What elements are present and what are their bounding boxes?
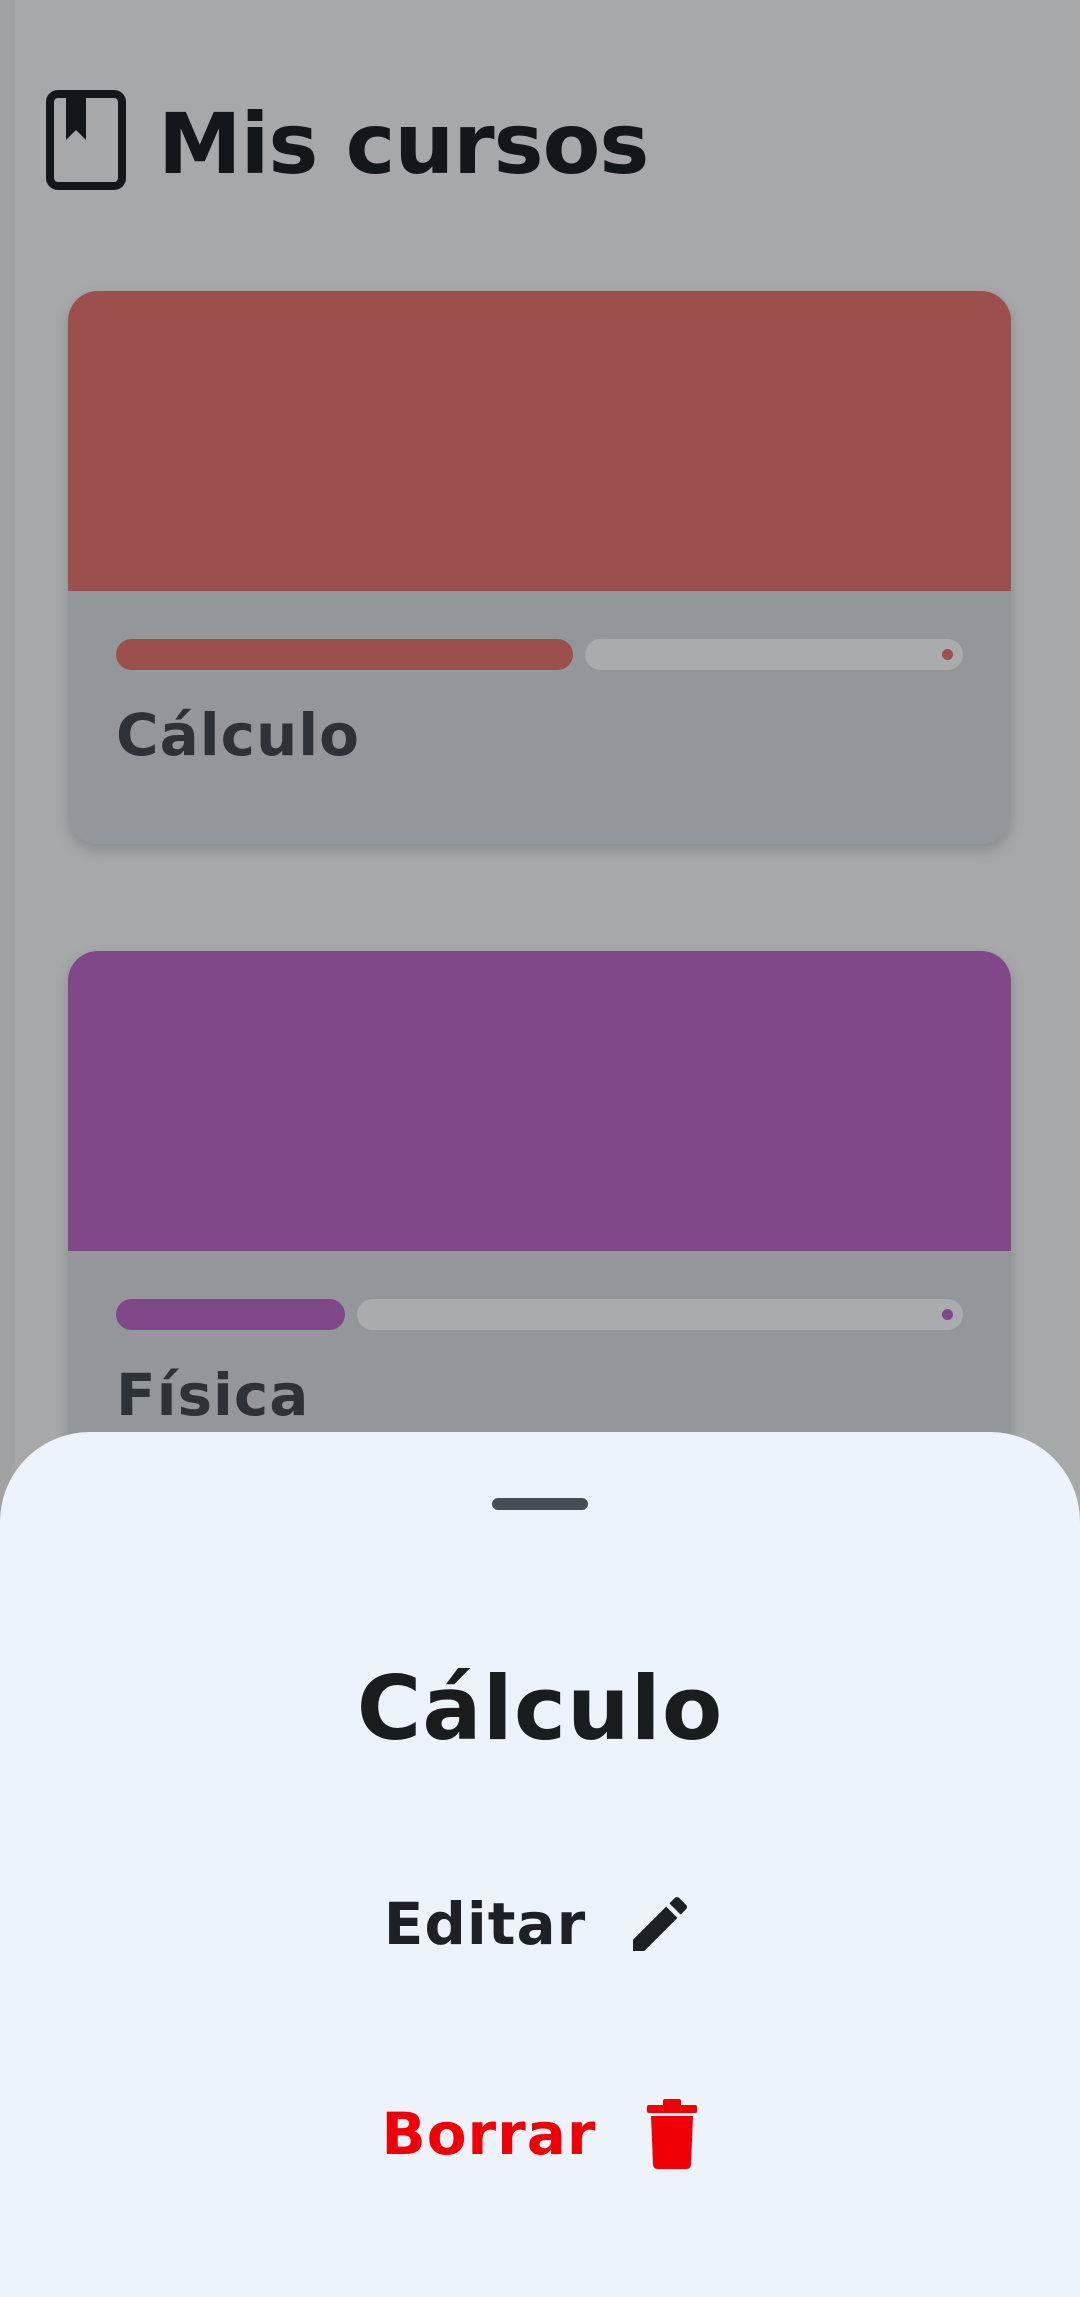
progress-track: [357, 1299, 963, 1330]
course-cover: [68, 291, 1011, 591]
progress-bar: [116, 639, 963, 670]
page-title: Mis cursos: [158, 95, 649, 193]
trash-icon: [646, 2099, 697, 2169]
courses-screen: Mis cursos Cálculo Física Cálculo Editar: [0, 0, 1080, 2297]
page-header: Mis cursos: [46, 90, 649, 193]
bookmark-book-icon: [46, 90, 126, 190]
course-card[interactable]: Cálculo: [68, 291, 1011, 844]
edit-button[interactable]: Editar: [0, 1874, 1080, 1974]
progress-fill: [116, 639, 573, 670]
edit-label: Editar: [383, 1890, 587, 1958]
sheet-title: Cálculo: [356, 1657, 724, 1760]
course-cover: [68, 951, 1011, 1251]
bottom-sheet: Cálculo Editar Borrar: [0, 1432, 1080, 2297]
progress-fill: [116, 1299, 345, 1330]
drag-handle[interactable]: [492, 1498, 588, 1510]
delete-button[interactable]: Borrar: [0, 2084, 1080, 2184]
progress-track: [585, 639, 963, 670]
progress-end-dot: [942, 649, 953, 660]
pencil-icon: [633, 1896, 688, 1951]
course-name: Física: [116, 1361, 310, 1429]
course-card[interactable]: Física: [68, 951, 1011, 1504]
progress-end-dot: [942, 1309, 953, 1320]
delete-label: Borrar: [381, 2100, 597, 2168]
course-name: Cálculo: [116, 701, 360, 769]
progress-bar: [116, 1299, 963, 1330]
